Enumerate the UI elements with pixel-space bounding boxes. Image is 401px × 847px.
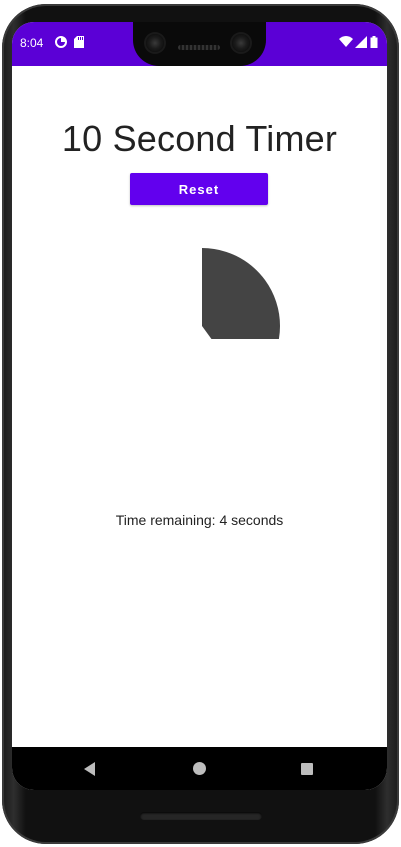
earpiece-speaker bbox=[178, 45, 220, 50]
navigation-bar bbox=[12, 747, 387, 790]
timer-remaining-sector bbox=[202, 248, 280, 339]
timer-pie-chart bbox=[202, 248, 280, 339]
front-camera-right bbox=[232, 34, 250, 52]
page-title: 10 Second Timer bbox=[61, 118, 338, 159]
home-icon[interactable] bbox=[193, 762, 206, 775]
camera-notch bbox=[133, 22, 266, 66]
app-content: 10 Second Timer Reset Time remaining: 4 … bbox=[12, 66, 387, 747]
screen: 8:04 10 Second Timer Reset Time remainin… bbox=[12, 22, 387, 790]
time-remaining-text: Time remaining: 4 seconds bbox=[115, 512, 284, 528]
status-time: 8:04 bbox=[20, 36, 44, 50]
device-frame: 8:04 10 Second Timer Reset Time remainin… bbox=[0, 0, 401, 847]
data-saver-icon bbox=[55, 36, 67, 48]
front-camera-left bbox=[146, 34, 164, 52]
wifi-icon bbox=[339, 36, 353, 47]
back-icon[interactable] bbox=[84, 762, 95, 776]
signal-icon bbox=[355, 36, 367, 48]
bottom-speaker bbox=[140, 812, 262, 820]
battery-icon bbox=[370, 36, 378, 48]
sd-card-icon bbox=[74, 36, 84, 48]
recents-icon[interactable] bbox=[301, 763, 313, 775]
